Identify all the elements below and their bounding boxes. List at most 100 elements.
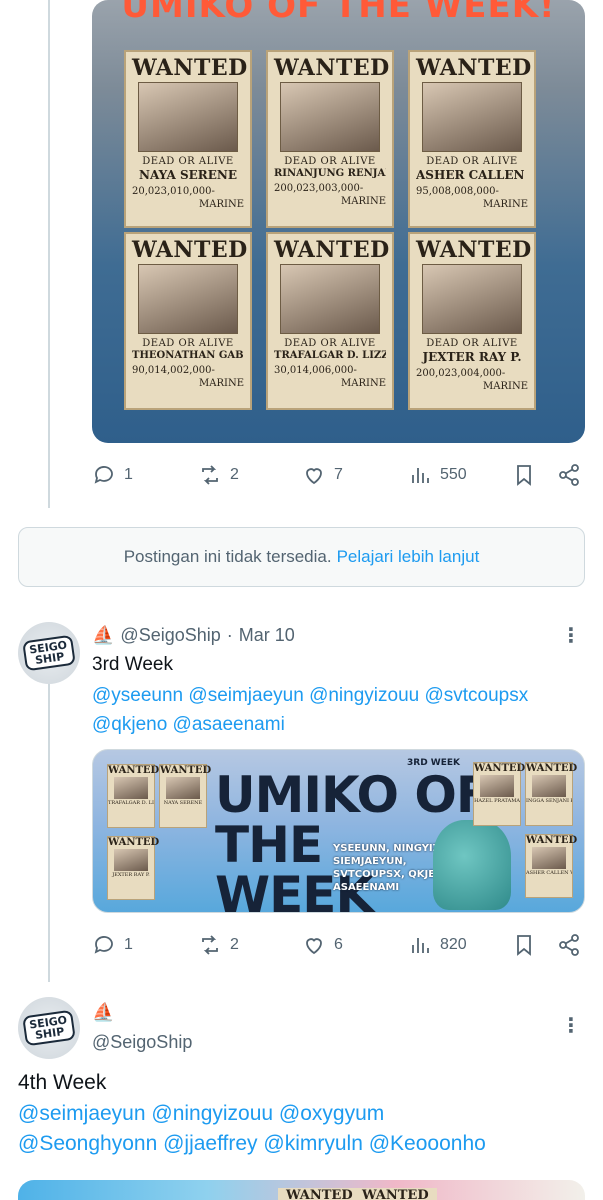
poster-photo: [422, 82, 522, 152]
repost-icon: [202, 935, 218, 955]
mini-poster-name: TRAFALGAR D. LIZZY: [108, 800, 154, 806]
like-count: 6: [334, 936, 343, 953]
unavailable-text: Postingan ini tidak tersedia.: [123, 547, 332, 566]
tweet-date[interactable]: Mar 10: [239, 625, 295, 646]
thread-line-middle: [48, 662, 50, 982]
tweet-text: 3rd Week: [92, 654, 173, 675]
repost-button[interactable]: 2: [198, 463, 239, 487]
umiko-week-banner-image[interactable]: WANTED TRAFALGAR D. LIZZY WANTED NAYA SE…: [92, 749, 585, 913]
like-button[interactable]: 7: [302, 463, 343, 487]
poster-dead-or-alive: DEAD OR ALIVE: [426, 338, 518, 349]
peek-wanted-poster: WANTED: [278, 1188, 361, 1200]
sailboat-icon: ⛵: [92, 1002, 115, 1022]
poster-dead-or-alive: DEAD OR ALIVE: [426, 156, 518, 167]
poster-marine: MARINE: [199, 199, 244, 210]
mini-wanted-poster: WANTED INGGA SENJANI K.: [525, 762, 578, 826]
mini-poster-photo: [532, 847, 566, 869]
peek-wanted-poster: WANTED: [354, 1188, 437, 1200]
reply-button[interactable]: 1: [92, 933, 133, 957]
sailboat-icon: ⛵: [92, 625, 115, 645]
repost-button[interactable]: 2: [198, 933, 239, 957]
mentions-line[interactable]: @Seonghyonn @jjaeffrey @kimryuln @Keooon…: [18, 1129, 486, 1159]
reply-icon: [94, 466, 113, 484]
thread-line-top: [48, 0, 50, 508]
mini-poster-name: ASHER CALLEN V.: [526, 870, 572, 876]
reply-count: 1: [124, 466, 133, 483]
seigoship-logo: SEIGO SHIP: [22, 1009, 76, 1047]
unavailable-post-notice: Postingan ini tidak tersedia. Pelajari l…: [18, 527, 585, 587]
poster-name: JEXTER RAY P.: [422, 350, 522, 364]
wanted-poster: WANTED DEAD OR ALIVE ASHER CALLEN V. 95,…: [408, 50, 536, 228]
poster-title: WANTED: [274, 237, 390, 263]
mentions-line[interactable]: @seimjaeyun @ningyizouu @oxygyum: [18, 1099, 486, 1129]
views-count: 550: [440, 466, 467, 483]
tweet-text: 4th Week: [18, 1071, 107, 1094]
poster-photo: [280, 264, 380, 334]
week4-image-preview[interactable]: WANTED WANTED: [18, 1180, 585, 1200]
poster-dead-or-alive: DEAD OR ALIVE: [284, 156, 376, 167]
views-button[interactable]: 550: [408, 463, 467, 487]
poster-bounty: 30,014,006,000-: [274, 365, 357, 376]
mini-poster-name: HAZEL PRATAMA: [474, 798, 520, 804]
poster-name: THEONATHAN GABRIEL: [132, 350, 244, 361]
mini-poster-title: WANTED: [108, 837, 160, 848]
poster-marine: MARINE: [483, 199, 528, 210]
wanted-poster: WANTED DEAD OR ALIVE NAYA SERENE 20,023,…: [124, 50, 252, 228]
wanted-posters-image[interactable]: UMIKO OF THE WEEK! WANTED DEAD OR ALIVE …: [92, 0, 585, 443]
more-options-icon[interactable]: ⋮: [556, 626, 586, 650]
repost-icon: [202, 465, 218, 485]
heart-icon: [306, 938, 322, 955]
poster-marine: MARINE: [341, 378, 386, 389]
poster-marine: MARINE: [341, 196, 386, 207]
mini-poster-title: WANTED: [526, 835, 578, 846]
poster-photo: [138, 82, 238, 152]
mini-poster-name: NAYA SERENE: [163, 800, 203, 806]
poster-grid: WANTED DEAD OR ALIVE NAYA SERENE 20,023,…: [124, 50, 556, 410]
mini-wanted-poster: WANTED TRAFALGAR D. LIZZY: [107, 764, 159, 828]
poster-bounty: 20,023,010,000-: [132, 186, 215, 197]
avatar[interactable]: SEIGO SHIP: [18, 997, 80, 1059]
poster-dead-or-alive: DEAD OR ALIVE: [142, 338, 234, 349]
like-button[interactable]: 6: [302, 933, 343, 957]
more-options-icon[interactable]: ⋮: [556, 1016, 586, 1040]
mentions-line[interactable]: @yseeunn @seimjaeyun @ningyizouu @svtcou…: [92, 681, 528, 710]
wanted-poster: WANTED DEAD OR ALIVE JEXTER RAY P. 200,0…: [408, 232, 536, 410]
views-icon: [412, 938, 429, 953]
learn-more-link[interactable]: Pelajari lebih lanjut: [337, 547, 480, 567]
fishman-character-illustration: [433, 820, 511, 910]
reply-button[interactable]: 1: [92, 463, 133, 487]
poster-bounty: 200,023,004,000-: [416, 368, 506, 379]
share-button[interactable]: [557, 933, 581, 957]
poster-name: RINANJUNG RENJANA: [274, 168, 386, 179]
poster-bounty: 95,008,008,000-: [416, 186, 499, 197]
tweet-header-handle: @SeigoShip: [92, 1032, 192, 1053]
views-button[interactable]: 820: [408, 933, 467, 957]
share-button[interactable]: [557, 463, 581, 487]
reply-count: 1: [124, 936, 133, 953]
bookmark-button[interactable]: [512, 933, 536, 957]
mini-wanted-poster: WANTED JEXTER RAY P.: [107, 836, 160, 900]
avatar[interactable]: SEIGO SHIP: [18, 622, 80, 684]
mini-poster-photo: [114, 849, 148, 871]
poster-dead-or-alive: DEAD OR ALIVE: [284, 338, 376, 349]
seigoship-logo: SEIGO SHIP: [22, 634, 76, 672]
like-count: 7: [334, 466, 343, 483]
poster-photo: [138, 264, 238, 334]
mini-poster-photo: [480, 775, 514, 797]
mini-poster-title: WANTED: [474, 763, 526, 774]
mini-poster-title: WANTED: [160, 765, 212, 776]
poster-name: ASHER CALLEN V.: [416, 168, 528, 182]
views-count: 820: [440, 936, 467, 953]
user-handle[interactable]: @SeigoShip: [120, 625, 220, 646]
wanted-poster: WANTED DEAD OR ALIVE THEONATHAN GABRIEL …: [124, 232, 252, 410]
mini-wanted-poster: WANTED NAYA SERENE: [159, 764, 212, 828]
wanted-poster: WANTED DEAD OR ALIVE RINANJUNG RENJANA 2…: [266, 50, 394, 228]
share-icon: [559, 934, 579, 956]
bookmark-icon: [517, 935, 531, 956]
poster-bounty: 90,014,002,000-: [132, 365, 215, 376]
user-handle[interactable]: @SeigoShip: [92, 1032, 192, 1053]
bookmark-button[interactable]: [512, 463, 536, 487]
mini-poster-title: WANTED: [526, 763, 578, 774]
wanted-poster: WANTED DEAD OR ALIVE TRAFALGAR D. LIZZY …: [266, 232, 394, 410]
mentions-line[interactable]: @qkjeno @asaeenami: [92, 710, 528, 739]
